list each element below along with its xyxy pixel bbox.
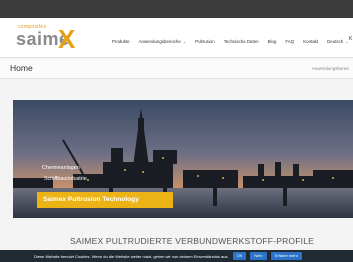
nav-item-language[interactable]: Deutsch ⌄ xyxy=(327,39,348,44)
cookie-banner: Diese Website benutzt Cookies. Wenn du d… xyxy=(0,250,353,262)
breadcrumb[interactable]: Anwendungsbereic xyxy=(312,66,349,71)
nav-item-label: Pultrusion xyxy=(195,38,215,44)
nav-item-anwendungsbereiche[interactable]: Anwendungsbereiche ⌄ xyxy=(139,39,187,44)
cookie-no-button[interactable]: Nein xyxy=(250,252,267,260)
chevron-down-icon: ⌄ xyxy=(182,38,187,44)
nav-item-cut-off[interactable]: K xyxy=(349,36,352,42)
cookie-more-button[interactable]: Erfahre mehr xyxy=(270,252,302,260)
nav-item-produkte[interactable]: Produkte xyxy=(112,39,130,44)
nav-item-label: Produkte xyxy=(112,38,130,44)
logo-x-mark: X xyxy=(58,24,76,54)
nav-item-kontakt[interactable]: Kontakt xyxy=(303,39,318,44)
nav-item-label: Anwendungsbereiche xyxy=(138,38,181,44)
nav-item-label: Technische Daten xyxy=(223,38,259,44)
nav-item-technische-daten[interactable]: Technische Daten xyxy=(224,39,259,44)
nav-item-label: Kontakt xyxy=(303,38,319,44)
saimex-logo[interactable]: composites saime X xyxy=(14,24,78,54)
hero-text-line2: Schiffbauindustrie xyxy=(44,176,87,182)
page-title-bar: Home Anwendungsbereic xyxy=(0,59,353,79)
hero-text-line1: Chemieanlagen xyxy=(42,165,80,171)
nav-item-label: FAQ xyxy=(285,38,295,44)
nav-item-label: Blog xyxy=(267,38,277,44)
hero-slider[interactable]: Chemieanlagen Schiffbauindustrie Saimex … xyxy=(13,100,353,218)
cookie-text: Diese Website benutzt Cookies. Wenn du d… xyxy=(34,253,229,259)
section-heading: SAIMEX PULTRUDIERTE VERBUNDWERKSTOFF-PRO… xyxy=(70,236,314,246)
nav-item-faq[interactable]: FAQ xyxy=(285,39,294,44)
hero-cta-button[interactable]: Saimex Pultrusion Technology xyxy=(37,192,173,208)
main-navigation: Produkte Anwendungsbereiche ⌄ Pultrusion … xyxy=(112,36,353,46)
nav-item-pultrusion[interactable]: Pultrusion xyxy=(195,39,215,44)
nav-item-label: Deutsch xyxy=(327,38,344,44)
site-header: composites saime X Produkte Anwendungsbe… xyxy=(0,18,353,58)
cookie-ok-button[interactable]: OK xyxy=(232,252,247,260)
nav-item-blog[interactable]: Blog xyxy=(268,39,277,44)
page-title: Home xyxy=(10,63,33,73)
top-strip xyxy=(0,0,353,18)
